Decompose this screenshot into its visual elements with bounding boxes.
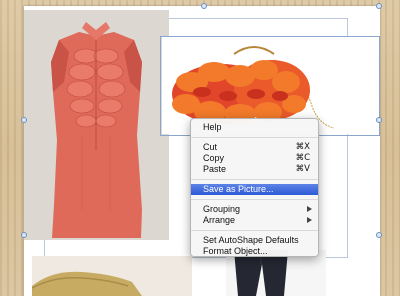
menu-item-format-object[interactable]: Format Object... [191, 246, 318, 257]
chevron-right-icon [307, 217, 312, 223]
menu-item-grouping-label: Grouping [203, 204, 241, 214]
selection-handle-icon[interactable] [376, 232, 382, 238]
menu-item-copy[interactable]: Copy ⌘C [191, 153, 318, 164]
menu-separator [191, 199, 318, 200]
menu-item-set-autoshape-defaults-label: Set AutoShape Defaults [203, 235, 299, 245]
menu-item-help[interactable]: Help [191, 122, 318, 133]
menu-item-paste-shortcut: ⌘V [295, 164, 310, 174]
menu-separator [191, 137, 318, 138]
selection-handle-icon[interactable] [201, 3, 207, 9]
menu-item-arrange-label: Arrange [203, 215, 236, 225]
blouse-image [24, 10, 169, 240]
selection-handle-icon[interactable] [21, 117, 27, 123]
menu-item-paste-label: Paste [203, 164, 227, 174]
context-menu: Help Cut ⌘X Copy ⌘C Paste ⌘V Save as Pic… [190, 118, 319, 257]
blouse-photo[interactable] [24, 10, 169, 240]
menu-item-copy-shortcut: ⌘C [295, 153, 310, 163]
selection-handle-icon[interactable] [21, 232, 27, 238]
menu-item-paste[interactable]: Paste ⌘V [191, 164, 318, 175]
selection-handle-icon[interactable] [376, 117, 382, 123]
menu-separator [191, 179, 318, 180]
shoe-photo[interactable] [32, 256, 192, 296]
menu-item-save-as-picture[interactable]: Save as Picture... [191, 184, 318, 195]
menu-item-help-label: Help [203, 122, 222, 132]
menu-item-format-object-label: Format Object... [203, 246, 268, 256]
chevron-right-icon [307, 206, 312, 212]
selection-handle-icon[interactable] [376, 3, 382, 9]
menu-item-set-autoshape-defaults[interactable]: Set AutoShape Defaults [191, 235, 318, 246]
menu-item-copy-label: Copy [203, 153, 225, 163]
shoe-image [32, 256, 192, 296]
menu-item-cut-shortcut: ⌘X [295, 142, 310, 152]
menu-item-cut-label: Cut [203, 142, 218, 152]
menu-item-arrange[interactable]: Arrange [191, 215, 318, 226]
menu-item-grouping[interactable]: Grouping [191, 204, 318, 215]
menu-separator [191, 230, 318, 231]
menu-item-save-as-picture-label: Save as Picture... [203, 184, 274, 194]
menu-item-cut[interactable]: Cut ⌘X [191, 142, 318, 153]
